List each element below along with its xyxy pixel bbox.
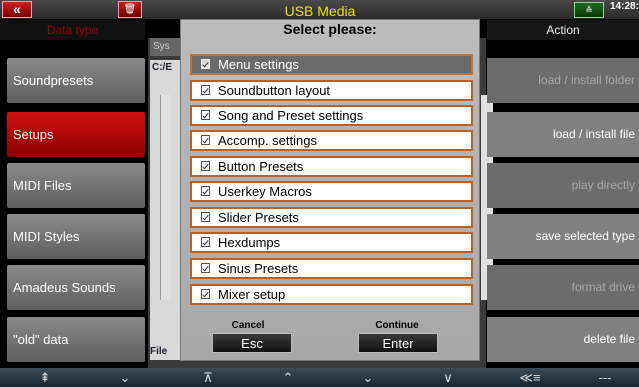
list-item-hexdumps[interactable]: Hexdumps	[190, 232, 473, 253]
page-title: USB Media	[284, 3, 356, 19]
load-install-folder-button[interactable]: load / install folder	[487, 58, 639, 103]
item-label: Accomp. settings	[218, 133, 317, 148]
chevron-down-icon[interactable]: ⌄	[95, 369, 155, 387]
item-label: Button Presets	[218, 159, 304, 174]
chevron-down-icon-3[interactable]: ∨	[418, 369, 478, 387]
list-item-mixer-setup[interactable]: Mixer setup	[190, 284, 473, 305]
continue-button[interactable]: Enter	[358, 333, 438, 353]
load-install-file-button[interactable]: load / install file	[487, 112, 639, 157]
trash-icon[interactable]: 🗑	[118, 1, 142, 18]
list-item-userkey-macros[interactable]: Userkey Macros	[190, 181, 473, 202]
checkbox-icon[interactable]	[201, 110, 210, 120]
mode-icon: ≙	[574, 2, 604, 18]
data-type-old-data[interactable]: "old" data	[7, 317, 145, 362]
page-up-icon[interactable]: ⇞	[15, 369, 75, 387]
item-label: Mixer setup	[218, 287, 286, 302]
data-type-soundpresets[interactable]: Soundpresets	[7, 58, 145, 103]
checkbox-icon[interactable]	[201, 161, 210, 171]
page-back-icon[interactable]: ≪≡	[500, 369, 560, 387]
checkbox-icon[interactable]	[201, 59, 210, 69]
chevron-up-icon[interactable]: ⌃	[258, 369, 318, 387]
checkbox-icon[interactable]	[201, 85, 210, 95]
play-directly-button[interactable]: play directly	[487, 163, 639, 208]
item-label: Hexdumps	[218, 235, 281, 250]
save-selected-type-button[interactable]: save selected type	[487, 214, 639, 259]
cancel-button[interactable]: Esc	[212, 333, 292, 353]
continue-label: Continue	[375, 320, 419, 331]
checkbox-icon[interactable]	[201, 212, 210, 222]
item-label: Menu settings	[218, 57, 299, 72]
list-item-soundbutton-layout[interactable]: Soundbutton layout	[190, 80, 473, 101]
list-item-menu-settings[interactable]: Menu settings	[190, 54, 473, 75]
cancel-label: Cancel	[231, 320, 265, 331]
file-label: File	[150, 346, 168, 357]
checkbox-icon[interactable]	[201, 263, 210, 273]
back-icon[interactable]: «	[2, 1, 32, 18]
item-label: Song and Preset settings	[218, 108, 364, 123]
format-drive-button[interactable]: format drive	[487, 265, 639, 310]
delete-file-button[interactable]: delete file	[487, 317, 639, 362]
data-type-header: Data type	[0, 20, 145, 40]
checkbox-icon[interactable]	[201, 135, 210, 145]
list-item-button-presets[interactable]: Button Presets	[190, 156, 473, 177]
data-type-midi-files[interactable]: MIDI Files	[7, 163, 145, 208]
chevron-down-icon-2[interactable]: ⌄	[338, 369, 398, 387]
item-label: Soundbutton layout	[218, 83, 331, 98]
data-type-amadeus-sounds[interactable]: Amadeus Sounds	[7, 265, 145, 310]
item-label: Slider Presets	[218, 210, 299, 225]
item-label: Userkey Macros	[218, 184, 312, 199]
checkbox-icon[interactable]	[201, 186, 210, 196]
data-type-midi-styles[interactable]: MIDI Styles	[7, 214, 145, 259]
scrollbar-left[interactable]	[160, 95, 171, 300]
data-type-setups[interactable]: Setups	[7, 112, 145, 157]
list-item-accomp-settings[interactable]: Accomp. settings	[190, 130, 473, 151]
clock: 14:28:	[610, 1, 639, 12]
list-item-sinus-presets[interactable]: Sinus Presets	[190, 258, 473, 279]
dialog-title: Select please:	[283, 21, 377, 37]
checkbox-icon[interactable]	[201, 237, 210, 247]
path-text: C:/E	[152, 62, 172, 73]
list-item-slider-presets[interactable]: Slider Presets	[190, 207, 473, 228]
tab-sys[interactable]: Sys	[150, 38, 183, 56]
checkbox-icon[interactable]	[201, 289, 210, 299]
scroll-top-icon[interactable]: ⊼	[178, 369, 238, 387]
item-label: Sinus Presets	[218, 261, 299, 276]
action-header: Action	[487, 20, 639, 40]
nav-placeholder: ---	[598, 370, 612, 385]
list-item-song-preset-settings[interactable]: Song and Preset settings	[190, 105, 473, 126]
